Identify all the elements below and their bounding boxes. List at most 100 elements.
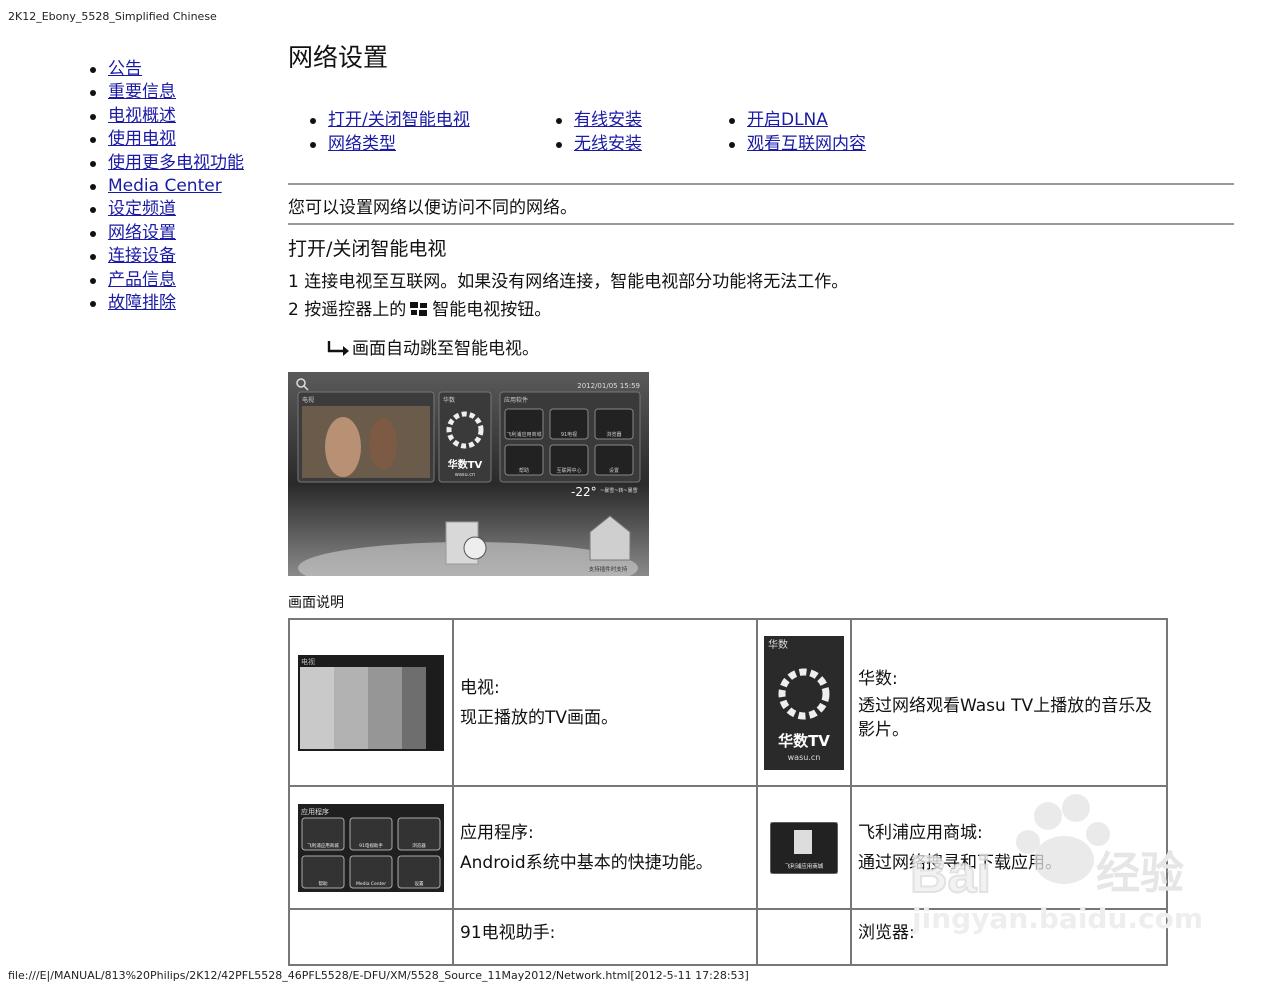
nav-item-troubleshooting[interactable]: 故障排除: [88, 292, 244, 315]
document-header: 2K12_Ebony_5528_Simplified Chinese: [8, 10, 217, 23]
apps-thumb-name: 浏览器: [412, 842, 426, 849]
wasu-thumb-label: 华数: [768, 638, 788, 651]
toc-link[interactable]: 观看互联网内容: [747, 134, 866, 154]
nav-link[interactable]: 故障排除: [108, 293, 176, 313]
nav-link[interactable]: 产品信息: [108, 270, 176, 290]
nav-item-more-features[interactable]: 使用更多电视功能: [88, 152, 244, 175]
screen-app-name: 91电视: [561, 431, 577, 438]
table-cell: [756, 908, 852, 966]
nav-item-product-info[interactable]: 产品信息: [88, 269, 244, 292]
nav-link[interactable]: 重要信息: [108, 82, 176, 102]
item-title: 应用程序:: [460, 822, 534, 843]
screen-app-name: 设置: [609, 467, 619, 474]
result-line: 画面自动跳至智能电视。: [326, 334, 539, 359]
caption: 画面说明: [288, 595, 344, 611]
step-1: 1 连接电视至互联网。如果没有网络连接，智能电视部分功能将无法工作。: [288, 272, 849, 292]
table-cell: 飞利浦应用商城: 通过网络搜寻和下载应用。: [850, 785, 1168, 910]
table-row: 应用程序 飞利浦应用商城 91电视助手 浏览器 帮助 Media Center …: [288, 785, 1168, 910]
toc-column-2: 有线安装 无线安装: [554, 109, 642, 156]
table-cell: 飞利浦应用商城: [756, 785, 852, 910]
description-table: 电视 电视: 现正播放的TV画面。 华数 华数TV wasu.cn 华数: 透过…: [288, 618, 1168, 966]
search-icon: [296, 378, 306, 388]
toc-item[interactable]: 网络类型: [308, 133, 470, 157]
nav-item-media-center[interactable]: Media Center: [88, 175, 244, 198]
apps-thumb-name: Media Center: [356, 881, 386, 887]
toc-item[interactable]: 开启DLNA: [727, 109, 866, 133]
nav-item-channels[interactable]: 设定频道: [88, 198, 244, 221]
step-2-suffix: 智能电视按钮。: [432, 300, 552, 320]
apps-thumb-label: 应用程序: [301, 807, 329, 816]
toc-item[interactable]: 观看互联网内容: [727, 133, 866, 157]
nav-item-use-tv[interactable]: 使用电视: [88, 128, 244, 151]
nav-link[interactable]: Media Center: [108, 176, 222, 196]
toc-link[interactable]: 有线安装: [574, 110, 642, 130]
apps-thumbnail: 应用程序 飞利浦应用商城 91电视助手 浏览器 帮助 Media Center …: [298, 803, 444, 892]
tv-thumbnail: 电视: [298, 654, 444, 751]
nav-link[interactable]: 网络设置: [108, 223, 176, 243]
toc-item[interactable]: 无线安装: [554, 133, 642, 157]
nav-link[interactable]: 使用更多电视功能: [108, 153, 244, 173]
step-2-prefix: 2 按遥控器上的: [288, 300, 407, 320]
screen-apps-label: 应用软件: [504, 396, 528, 404]
toc-link[interactable]: 无线安装: [574, 134, 642, 154]
smart-tv-home: 2012/01/05 15:59 电视 华数 华数TV wasu.cn 应用软件…: [296, 378, 641, 576]
document-footer: file:///E|/MANUAL/813%20Philips/2K12/42P…: [8, 969, 749, 982]
screen-bottom-text: 支持插件时支持: [589, 565, 628, 573]
table-cell: 应用程序 飞利浦应用商城 91电视助手 浏览器 帮助 Media Center …: [288, 785, 454, 910]
smart-tv-button-icon: [410, 302, 428, 316]
app-store-thumbnail: 飞利浦应用商城: [770, 821, 838, 874]
screen-app-name: 浏览器: [606, 431, 621, 438]
screen-wasu-label: 华数: [443, 396, 455, 404]
nav-item-connect-devices[interactable]: 连接设备: [88, 245, 244, 268]
item-desc: Android系统中基本的快捷功能。: [460, 852, 713, 873]
toc-column-3: 开启DLNA 观看互联网内容: [727, 109, 866, 156]
step-2: 2 按遥控器上的 智能电视按钮。: [288, 295, 551, 320]
nav-item-announcement[interactable]: 公告: [88, 58, 244, 81]
table-cell: 电视: [288, 618, 454, 787]
item-title: 91电视助手:: [460, 923, 556, 943]
item-desc: 通过网络搜寻和下载应用。: [858, 852, 1062, 873]
table-cell: 91电视助手:: [452, 908, 758, 966]
toc-item[interactable]: 打开/关闭智能电视: [308, 109, 470, 133]
screen-temperature: -22°: [571, 485, 597, 499]
nav-link[interactable]: 使用电视: [108, 129, 176, 149]
divider: [288, 183, 1234, 185]
item-title: 华数:: [858, 668, 898, 689]
nav-item-network[interactable]: 网络设置: [88, 222, 244, 245]
smart-tv-screenshot: 2012/01/05 15:59 电视 华数 华数TV wasu.cn 应用软件…: [288, 372, 649, 576]
page-title: 网络设置: [288, 43, 389, 72]
screen-tv-label: 电视: [302, 396, 314, 404]
item-desc: 现正播放的TV画面。: [460, 707, 619, 728]
nav-item-important-info[interactable]: 重要信息: [88, 81, 244, 104]
table-cell: 应用程序: Android系统中基本的快捷功能。: [452, 785, 758, 910]
screen-weather: ~暴雪~转~暴雪: [600, 487, 638, 494]
item-desc: 透过网络观看Wasu TV上播放的音乐及影片。: [858, 695, 1153, 740]
toc-link[interactable]: 开启DLNA: [747, 110, 828, 130]
wasu-thumbnail: 华数 华数TV wasu.cn: [764, 635, 844, 770]
result-text: 画面自动跳至智能电视。: [352, 339, 539, 359]
wasu-thumb-domain: wasu.cn: [788, 753, 821, 762]
toc-link[interactable]: 打开/关闭智能电视: [328, 110, 470, 130]
screen-app-name: 帮助: [519, 467, 529, 474]
toc-item[interactable]: 有线安装: [554, 109, 642, 133]
toc-link[interactable]: 网络类型: [328, 134, 396, 154]
nav-item-tv-overview[interactable]: 电视概述: [88, 105, 244, 128]
nav-link[interactable]: 设定频道: [108, 199, 176, 219]
screen-wasu-logo: 华数TV: [448, 458, 483, 471]
table-cell: 浏览器:: [850, 908, 1168, 966]
app-store-thumb-label: 飞利浦应用商城: [785, 862, 824, 870]
toc-column-1: 打开/关闭智能电视 网络类型: [308, 109, 470, 156]
apps-thumb-name: 飞利浦应用商城: [307, 842, 339, 849]
screen-date: 2012/01/05 15:59: [577, 382, 640, 390]
table-cell: 电视: 现正播放的TV画面。: [452, 618, 758, 787]
table-row: 电视 电视: 现正播放的TV画面。 华数 华数TV wasu.cn 华数: 透过…: [288, 618, 1168, 787]
nav-link[interactable]: 连接设备: [108, 246, 176, 266]
item-title: 浏览器:: [858, 923, 915, 943]
nav-link[interactable]: 电视概述: [108, 106, 176, 126]
tv-thumb-label: 电视: [301, 657, 315, 666]
divider: [288, 223, 1234, 225]
item-title: 电视:: [460, 677, 500, 698]
nav-link[interactable]: 公告: [108, 59, 142, 79]
table-cell: [288, 908, 454, 966]
apps-thumb-name: 91电视助手: [359, 842, 383, 849]
